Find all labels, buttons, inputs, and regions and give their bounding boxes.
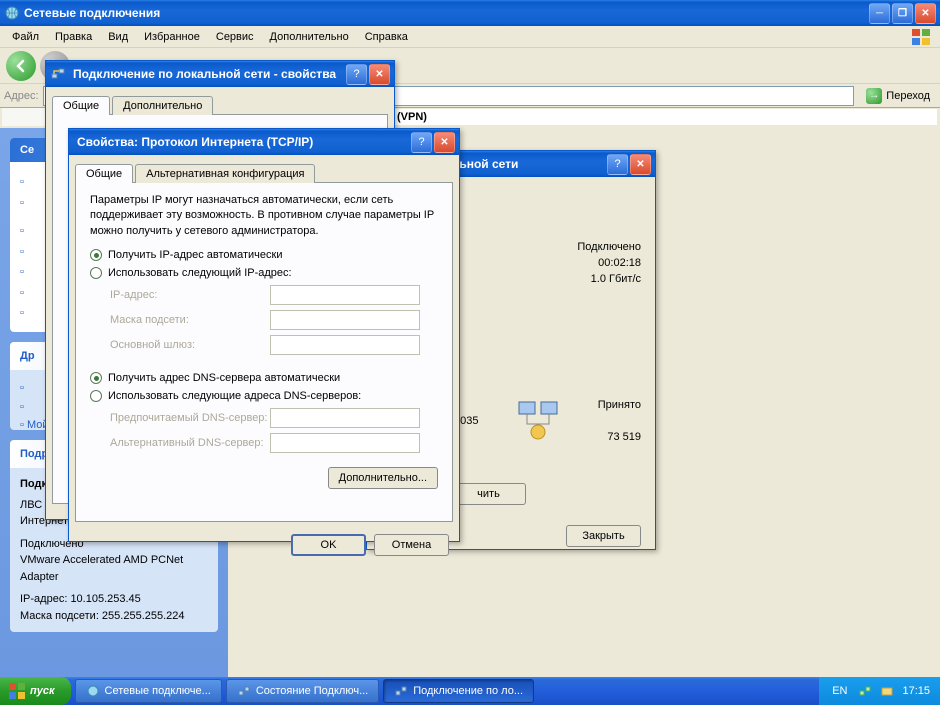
taskbar: пуск Сетевые подключе... Состояние Подкл…	[0, 677, 940, 705]
help-button[interactable]: ?	[411, 132, 432, 153]
network-connections-icon	[4, 5, 20, 21]
system-tray: EN 17:15	[819, 677, 940, 705]
recv-value: 73 519	[598, 431, 641, 443]
menu-advanced[interactable]: Дополнительно	[262, 29, 357, 45]
tabs: Общие Альтернативная конфигурация	[69, 156, 459, 183]
tray-icon[interactable]	[880, 684, 894, 698]
radio-use-ip[interactable]: Использовать следующий IP-адрес:	[90, 267, 438, 279]
task-icon: ▫	[20, 264, 24, 281]
close-button[interactable]: ✕	[915, 3, 936, 24]
field-mask: Маска подсети:	[110, 310, 438, 330]
menubar: Файл Правка Вид Избранное Сервис Дополни…	[0, 26, 940, 48]
network-icon	[86, 684, 100, 698]
dialog-title: Подключение по локальной сети - свойства	[69, 67, 346, 81]
connection-icon	[237, 684, 251, 698]
radio-icon	[90, 267, 102, 279]
field-dns1: Предпочитаемый DNS-сервер:	[110, 408, 438, 428]
ok-button[interactable]: OK	[291, 534, 366, 556]
radio-use-dns[interactable]: Использовать следующие адреса DNS-сервер…	[90, 390, 438, 402]
minimize-button[interactable]: ─	[869, 3, 890, 24]
menu-file[interactable]: Файл	[4, 29, 47, 45]
tab-general[interactable]: Общие	[52, 96, 110, 115]
panel-title: Се	[20, 144, 34, 156]
windows-logo-icon	[8, 682, 26, 700]
go-arrow-icon: →	[866, 88, 882, 104]
gateway-input	[270, 335, 420, 355]
subnet-mask-input	[270, 310, 420, 330]
menu-edit[interactable]: Правка	[47, 29, 100, 45]
menu-help[interactable]: Справка	[357, 29, 416, 45]
task-icon: ▫	[20, 195, 24, 212]
connection-icon	[50, 66, 66, 82]
tab-general[interactable]: Общие	[75, 164, 133, 183]
menu-view[interactable]: Вид	[100, 29, 136, 45]
ip-address-input	[270, 285, 420, 305]
panel-title: Др	[20, 350, 35, 362]
radio-icon	[90, 372, 102, 384]
description-text: Параметры IP могут назначаться автоматич…	[90, 193, 438, 239]
address-label: Адрес:	[4, 90, 39, 102]
dialog-titlebar[interactable]: Подключение по локальной сети - свойства…	[46, 61, 394, 87]
dialog-title: Свойства: Протокол Интернета (TCP/IP)	[73, 135, 411, 149]
connection-icon	[394, 684, 408, 698]
close-button[interactable]: ✕	[630, 154, 651, 175]
help-button[interactable]: ?	[346, 64, 367, 85]
back-button[interactable]	[6, 51, 36, 81]
cancel-button[interactable]: Отмена	[374, 534, 449, 556]
detail-mask: Маска подсети: 255.255.255.224	[20, 608, 208, 625]
radio-icon	[90, 249, 102, 261]
menu-tools[interactable]: Сервис	[208, 29, 262, 45]
task-network-connections[interactable]: Сетевые подключе...	[75, 679, 222, 703]
menu-favorites[interactable]: Избранное	[136, 29, 208, 45]
status-state: Подключено	[577, 241, 641, 253]
tab-panel: Параметры IP могут назначаться автоматич…	[75, 182, 453, 522]
tabs: Общие Дополнительно	[46, 88, 394, 115]
maximize-button[interactable]: ❐	[892, 3, 913, 24]
windows-flag-icon	[910, 28, 936, 46]
help-button[interactable]: ?	[607, 154, 628, 175]
status-duration: 00:02:18	[598, 257, 641, 269]
language-indicator[interactable]: EN	[829, 684, 850, 698]
start-button[interactable]: пуск	[0, 677, 71, 705]
disable-button[interactable]: чить	[451, 483, 526, 505]
group-header-vpn: (VPN)	[390, 108, 938, 126]
main-titlebar: Сетевые подключения ─ ❐ ✕	[0, 0, 940, 26]
task-icon: ▫	[20, 174, 24, 191]
alternate-dns-input	[270, 433, 420, 453]
close-button[interactable]: ✕	[434, 132, 455, 153]
radio-obtain-dns-auto[interactable]: Получить адрес DNS-сервера автоматически	[90, 372, 438, 384]
task-icon: ▫	[20, 285, 24, 302]
task-icon: ▫	[20, 244, 24, 261]
tcpip-properties-dialog: Свойства: Протокол Интернета (TCP/IP) ? …	[68, 128, 460, 542]
go-label: Переход	[886, 90, 930, 102]
task-connection-status[interactable]: Состояние Подключ...	[226, 679, 379, 703]
window-controls: ─ ❐ ✕	[869, 3, 936, 24]
tab-advanced[interactable]: Дополнительно	[112, 96, 213, 115]
detail-ip: IP-адрес: 10.105.253.45	[20, 591, 208, 608]
field-dns2: Альтернативный DNS-сервер:	[110, 433, 438, 453]
radio-obtain-ip-auto[interactable]: Получить IP-адрес автоматически	[90, 249, 438, 261]
field-ip: IP-адрес:	[110, 285, 438, 305]
go-button[interactable]: → Переход	[860, 87, 936, 105]
tray-icon[interactable]	[858, 684, 872, 698]
field-gateway: Основной шлюз:	[110, 335, 438, 355]
task-icon: ▫	[20, 223, 24, 240]
task-icon: ▫	[20, 305, 24, 322]
dialog-buttons: OK Отмена	[69, 528, 459, 562]
main-title: Сетевые подключения	[24, 6, 869, 20]
clock[interactable]: 17:15	[902, 685, 930, 697]
tab-alternate[interactable]: Альтернативная конфигурация	[135, 164, 315, 183]
status-speed: 1.0 Гбит/с	[591, 273, 641, 285]
preferred-dns-input	[270, 408, 420, 428]
radio-icon	[90, 390, 102, 402]
close-button[interactable]: ✕	[369, 64, 390, 85]
activity-icon	[513, 400, 563, 442]
advanced-button[interactable]: Дополнительно...	[328, 467, 438, 489]
close-dialog-button[interactable]: Закрыть	[566, 525, 641, 547]
recv-label: Принято	[598, 399, 641, 411]
task-connection-properties[interactable]: Подключение по ло...	[383, 679, 534, 703]
dialog-titlebar[interactable]: Свойства: Протокол Интернета (TCP/IP) ? …	[69, 129, 459, 155]
